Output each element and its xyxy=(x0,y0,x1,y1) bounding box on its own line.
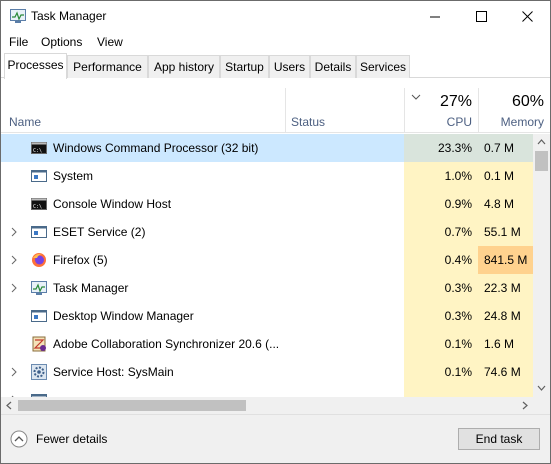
window-title: Task Manager xyxy=(31,9,107,23)
menu-view[interactable]: View xyxy=(97,35,123,49)
tab-processes[interactable]: Processes xyxy=(4,53,67,79)
vertical-scrollbar[interactable] xyxy=(533,134,550,397)
process-cpu: 0.9% xyxy=(444,197,472,211)
column-header-cpu[interactable]: CPU xyxy=(406,115,472,129)
footer-bar: Fewer details End task xyxy=(1,414,550,463)
menu-bar: File Options View xyxy=(1,32,550,52)
process-memory: 841.5 M xyxy=(484,253,528,267)
process-cpu: 1.0% xyxy=(444,169,472,183)
process-memory: 0.1 M xyxy=(484,169,515,183)
process-cpu: 0.1% xyxy=(444,337,472,351)
menu-options[interactable]: Options xyxy=(41,35,82,49)
scrollbar-corner xyxy=(533,397,550,414)
process-cpu: 0.1% xyxy=(444,365,472,379)
scroll-right-icon[interactable] xyxy=(522,401,528,410)
process-name: Adobe Collaboration Synchronizer 20.6 (.… xyxy=(53,337,280,351)
chevron-up-circle-icon[interactable] xyxy=(10,430,28,448)
gear-icon xyxy=(31,364,47,380)
column-divider[interactable] xyxy=(285,88,286,133)
process-memory: 0.7 M xyxy=(484,141,515,155)
process-memory: 74.6 M xyxy=(484,365,521,379)
title-bar[interactable]: Task Manager xyxy=(1,1,550,32)
column-header-name[interactable]: Name xyxy=(9,115,41,129)
minimize-button[interactable] xyxy=(412,1,458,32)
close-button[interactable] xyxy=(504,1,550,32)
vertical-scroll-thumb[interactable] xyxy=(535,151,548,171)
close-icon xyxy=(521,11,533,22)
process-cpu: 23.3% xyxy=(437,141,472,155)
process-cpu: 0.7% xyxy=(444,225,472,239)
process-name: Task Manager xyxy=(53,281,129,295)
console-icon: C:\ xyxy=(31,198,47,210)
process-name: Service Host: SysMain xyxy=(53,365,174,379)
table-row[interactable]: Adobe Collaboration Synchronizer 20.6 (.… xyxy=(1,330,533,358)
tab-details[interactable]: Details xyxy=(310,55,356,78)
process-name: Firefox (5) xyxy=(53,253,108,267)
process-memory: 1.6 M xyxy=(484,337,515,351)
tab-bar: Processes Performance App history Startu… xyxy=(1,53,550,79)
window-manager-icon xyxy=(31,310,47,322)
tab-performance[interactable]: Performance xyxy=(67,55,148,78)
adobe-icon xyxy=(32,336,46,352)
tab-app-history[interactable]: App history xyxy=(148,55,220,78)
chevron-right-icon[interactable] xyxy=(10,283,18,293)
minimize-icon xyxy=(429,16,440,18)
process-cpu: 0.3% xyxy=(444,309,472,323)
process-memory: 24.8 M xyxy=(484,309,521,323)
table-row[interactable]: Task Manager 0.3% 22.3 M xyxy=(1,274,533,302)
tab-startup[interactable]: Startup xyxy=(220,55,269,78)
system-icon xyxy=(31,170,47,182)
process-table-header: Name Status 27% CPU 60% Memory xyxy=(1,78,550,133)
fewer-details-link[interactable]: Fewer details xyxy=(36,432,107,446)
table-row[interactable]: C:\ Windows Command Processor (32 bit) 2… xyxy=(1,134,533,162)
task-manager-window: Task Manager File Options View Processes… xyxy=(0,0,551,464)
table-row[interactable]: System 1.0% 0.1 M xyxy=(1,162,533,190)
maximize-button[interactable] xyxy=(458,1,504,32)
tab-services[interactable]: Services xyxy=(356,55,410,78)
column-divider[interactable] xyxy=(404,88,405,133)
task-manager-app-icon xyxy=(10,9,26,23)
chevron-right-icon[interactable] xyxy=(10,255,18,265)
table-row[interactable]: Firefox (5) 0.4% 841.5 M xyxy=(1,246,533,274)
process-name: Windows Command Processor (32 bit) xyxy=(53,141,259,155)
table-row[interactable]: C:\ Console Window Host 0.9% 4.8 M xyxy=(1,190,533,218)
cmd-icon: C:\ xyxy=(31,142,47,154)
process-name: Desktop Window Manager xyxy=(53,309,194,323)
cpu-total-percent: 27% xyxy=(439,93,472,110)
process-memory: 4.8 M xyxy=(484,197,515,211)
maximize-icon xyxy=(475,11,487,22)
process-cpu: 0.4% xyxy=(444,253,472,267)
process-name: Console Window Host xyxy=(53,197,172,211)
service-icon xyxy=(31,226,47,238)
process-name: System xyxy=(53,169,94,183)
process-cpu: 0.3% xyxy=(444,281,472,295)
chevron-right-icon[interactable] xyxy=(10,227,18,237)
column-header-status[interactable]: Status xyxy=(291,115,325,129)
table-row[interactable] xyxy=(1,386,533,397)
table-row[interactable]: Desktop Window Manager 0.3% 24.8 M xyxy=(1,302,533,330)
horizontal-scroll-thumb[interactable] xyxy=(18,400,246,411)
tab-users[interactable]: Users xyxy=(269,55,310,78)
scroll-left-icon[interactable] xyxy=(6,401,12,410)
menu-file[interactable]: File xyxy=(9,35,28,49)
table-row[interactable]: ESET Service (2) 0.7% 55.1 M xyxy=(1,218,533,246)
end-task-button[interactable]: End task xyxy=(458,428,540,450)
column-header-memory[interactable]: Memory xyxy=(478,115,544,129)
table-row[interactable]: Service Host: SysMain 0.1% 74.6 M xyxy=(1,358,533,386)
task-manager-icon xyxy=(31,281,47,295)
process-list: C:\ Windows Command Processor (32 bit) 2… xyxy=(1,134,533,397)
scroll-down-icon[interactable] xyxy=(537,385,546,391)
chevron-right-icon[interactable] xyxy=(10,367,18,377)
process-name: ESET Service (2) xyxy=(53,225,146,239)
horizontal-scrollbar[interactable] xyxy=(1,397,533,414)
svg-text:C:\: C:\ xyxy=(33,204,42,210)
memory-total-percent: 60% xyxy=(511,93,544,110)
scroll-up-icon[interactable] xyxy=(537,139,546,145)
process-memory: 55.1 M xyxy=(484,225,521,239)
process-memory: 22.3 M xyxy=(484,281,521,295)
firefox-icon xyxy=(32,253,46,267)
svg-text:C:\: C:\ xyxy=(33,148,42,154)
